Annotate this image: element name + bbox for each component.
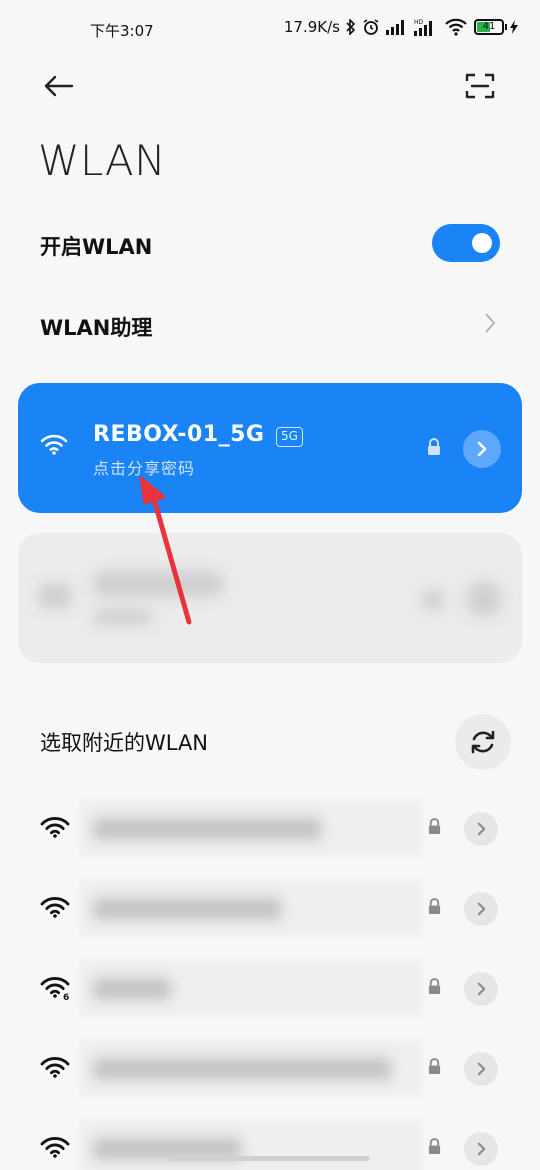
lock-icon	[428, 978, 441, 994]
blurred-icon	[38, 583, 72, 609]
wlan-toggle-label: 开启WLAN	[40, 235, 153, 259]
blurred-sub	[93, 609, 153, 625]
alarm-icon	[363, 19, 379, 35]
charging-icon	[510, 20, 518, 34]
lock-icon	[428, 438, 440, 455]
wlan-toggle-switch[interactable]	[432, 224, 500, 262]
refresh-button[interactable]	[455, 714, 511, 770]
blurred-lock	[422, 589, 444, 611]
lock-icon	[428, 1138, 441, 1154]
band-badge: 5G	[276, 427, 303, 447]
svg-text:HD: HD	[414, 19, 424, 26]
wifi-icon	[40, 817, 70, 838]
wifi-status-icon	[445, 18, 467, 36]
nearby-network-row[interactable]	[0, 868, 540, 948]
battery-icon: 41	[474, 19, 518, 35]
battery-level: 41	[482, 21, 496, 32]
network-detail-button[interactable]	[464, 1132, 498, 1166]
network-detail-button[interactable]	[464, 812, 498, 846]
lock-icon	[428, 818, 441, 834]
home-indicator	[170, 1156, 370, 1161]
chevron-right-icon	[477, 1062, 485, 1076]
scan-button[interactable]	[460, 66, 500, 106]
signal-hd-icon: HD	[414, 19, 432, 36]
connected-network-card[interactable]	[18, 383, 522, 513]
chevron-right-icon	[477, 982, 485, 996]
blurred-arrow	[466, 581, 502, 617]
nearby-section-title: 选取附近的WLAN	[40, 731, 209, 755]
toggle-knob	[472, 233, 492, 253]
wlan-assistant-label: WLAN助理	[40, 316, 153, 340]
network-name-blurred	[80, 800, 422, 856]
status-icons: 17.9K/s HD 41	[284, 18, 518, 36]
wlan-assistant-row[interactable]: WLAN助理	[0, 294, 540, 354]
network-detail-button[interactable]	[464, 1052, 498, 1086]
arrow-left-icon	[44, 75, 74, 97]
wifi-icon	[40, 897, 70, 918]
scan-icon	[465, 73, 495, 99]
bluetooth-icon	[346, 19, 356, 35]
chevron-right-icon	[477, 902, 485, 916]
blurred-name	[93, 571, 223, 597]
chevron-right-icon	[477, 1142, 485, 1156]
back-button[interactable]	[38, 66, 78, 106]
net-speed: 17.9K/s	[283, 18, 340, 36]
network-name-blurred	[80, 880, 422, 936]
refresh-icon	[471, 730, 495, 754]
signal-icon	[386, 20, 404, 35]
nearby-network-row[interactable]: 6	[0, 948, 540, 1028]
page-title: WLAN	[38, 136, 167, 185]
network-name-blurred	[80, 1040, 422, 1096]
nearby-network-row[interactable]	[0, 788, 540, 868]
lock-icon	[428, 1058, 441, 1074]
network-detail-button[interactable]	[464, 892, 498, 926]
wifi-icon	[40, 1137, 70, 1158]
connected-ssid: REBOX-01_5G	[93, 422, 265, 447]
network-detail-button[interactable]	[463, 430, 501, 468]
lock-icon	[428, 898, 441, 914]
chevron-right-icon	[477, 822, 485, 836]
wifi-icon	[40, 1057, 70, 1078]
chevron-right-icon	[477, 441, 487, 457]
network-detail-button[interactable]	[464, 972, 498, 1006]
saved-network-card-blurred[interactable]	[18, 533, 522, 663]
chevron-right-icon	[485, 313, 496, 333]
wifi6-icon: 6	[40, 977, 70, 1000]
network-name-blurred	[80, 960, 422, 1016]
status-time: 下午3:07	[90, 22, 154, 40]
share-password-hint[interactable]: 点击分享密码	[93, 455, 195, 479]
wifi-icon	[40, 434, 68, 455]
network-name-blurred	[80, 1120, 422, 1170]
svg-text:6: 6	[63, 993, 69, 1000]
nearby-network-row[interactable]	[0, 1028, 540, 1108]
